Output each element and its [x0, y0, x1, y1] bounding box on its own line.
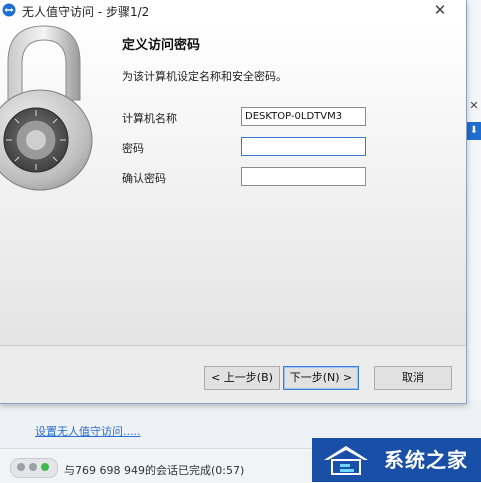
window-title: 无人值守访问 - 步骤1/2 [22, 5, 150, 19]
combination-lock-icon [0, 25, 93, 191]
back-button[interactable]: < 上一步(B) [204, 366, 280, 390]
password-field[interactable] [241, 137, 366, 156]
next-button[interactable]: 下一步(N) > [283, 366, 359, 390]
confirm-password-label: 确认密码 [122, 172, 166, 185]
password-label: 密码 [122, 142, 144, 155]
status-dot-icon [41, 463, 49, 471]
page-heading: 定义访问密码 [122, 38, 201, 53]
brand-text: 系统之家 [384, 448, 468, 472]
title-bar: 无人值守访问 - 步骤1/2 ✕ [0, 0, 466, 20]
page-subtitle: 为该计算机设定名称和安全密码。 [122, 70, 287, 83]
teamviewer-icon [2, 3, 16, 17]
setup-unattended-access-link[interactable]: 设置无人值守访问..... [35, 423, 140, 439]
download-icon[interactable]: ⬇ [467, 122, 481, 140]
house-logo-icon [324, 446, 368, 475]
status-dot-icon [29, 463, 37, 471]
session-status-text: 与769 698 949的会话已完成(0:57) [64, 464, 245, 477]
computer-name-field[interactable]: DESKTOP-0LDTVM3 [241, 107, 366, 126]
cancel-button[interactable]: 取消 [374, 366, 452, 390]
confirm-password-field[interactable] [241, 167, 366, 186]
status-dot-icon [17, 463, 25, 471]
background-side-panel [466, 0, 481, 400]
computer-name-label: 计算机名称 [122, 112, 177, 125]
close-icon[interactable]: ✕ [430, 0, 450, 20]
side-close-icon[interactable]: ✕ [468, 100, 480, 112]
